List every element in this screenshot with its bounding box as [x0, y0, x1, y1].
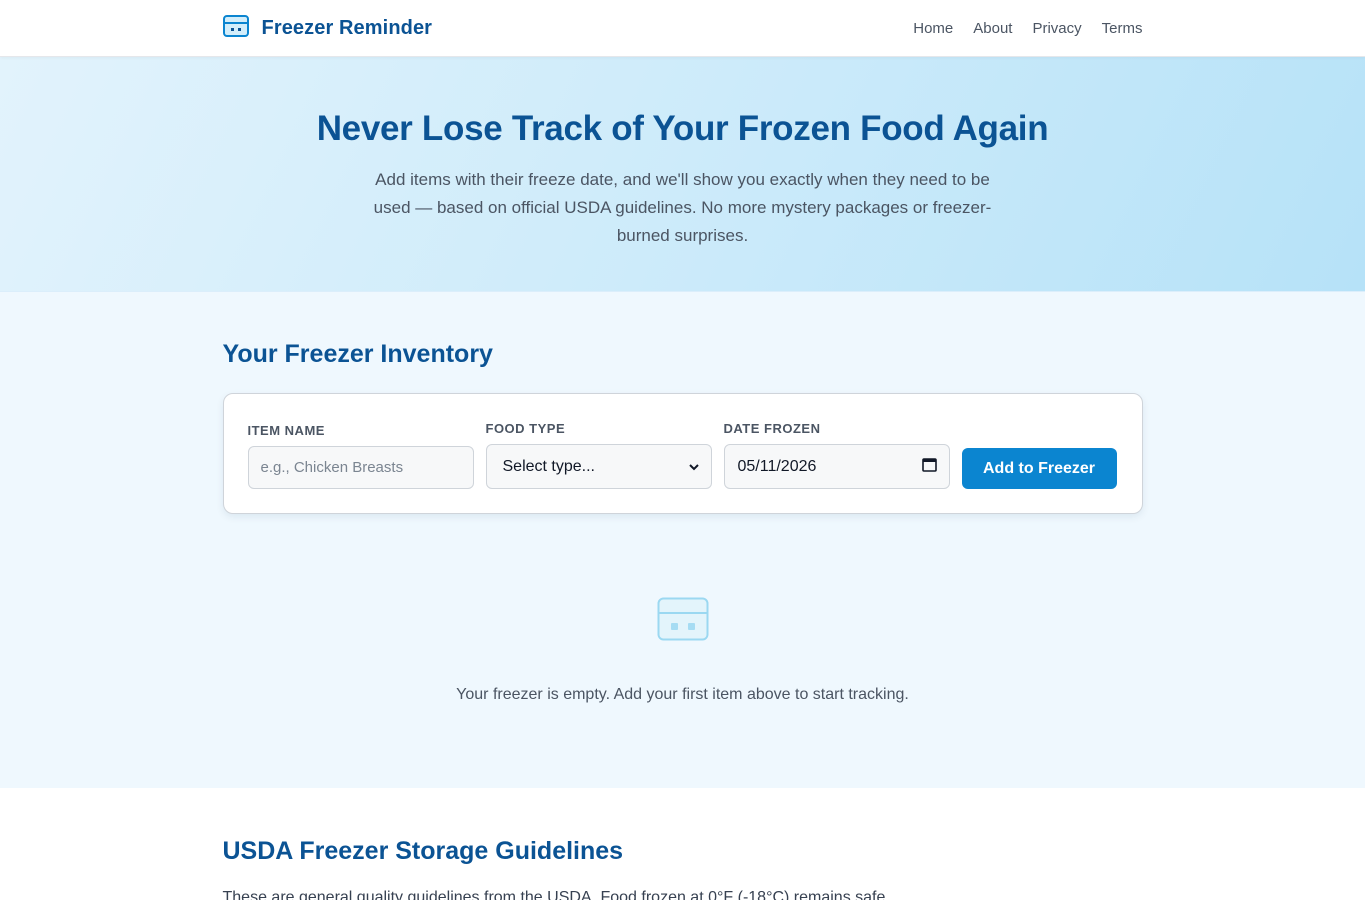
item-name-field: ITEM NAME [247, 423, 474, 489]
site-header: Freezer Reminder Home About Privacy Term… [0, 0, 1365, 57]
guidelines-section: USDA Freezer Storage Guidelines These ar… [0, 788, 1365, 900]
header-inner: Freezer Reminder Home About Privacy Term… [222, 0, 1143, 57]
hero-section: Never Lose Track of Your Frozen Food Aga… [0, 57, 1365, 291]
nav-home[interactable]: Home [913, 20, 953, 37]
freezer-icon [657, 597, 709, 646]
hero-title: Never Lose Track of Your Frozen Food Aga… [316, 109, 1049, 148]
nav-about[interactable]: About [973, 20, 1012, 37]
hero-subtitle: Add items with their freeze date, and we… [373, 170, 992, 245]
add-to-freezer-button[interactable]: Add to Freezer [961, 448, 1117, 489]
guidelines-intro: These are general quality guidelines fro… [222, 889, 886, 900]
guidelines-title: USDA Freezer Storage Guidelines [222, 837, 624, 865]
empty-state: Your freezer is empty. Add your first it… [223, 514, 1143, 704]
add-item-form: ITEM NAME FOOD TYPE Select type... DATE … [222, 393, 1143, 514]
calendar-icon[interactable] [921, 457, 937, 477]
inventory-title: Your Freezer Inventory [222, 340, 493, 368]
food-type-selected: Select type... [502, 457, 596, 475]
food-type-select[interactable]: Select type... [485, 444, 712, 489]
inventory-container: Your Freezer Inventory ITEM NAME FOOD TY… [222, 292, 1143, 704]
freezer-icon [222, 15, 249, 42]
main-nav: Home About Privacy Terms [913, 20, 1142, 37]
date-frozen-input[interactable]: 05/11/2026 [723, 444, 950, 489]
date-frozen-field: DATE FROZEN 05/11/2026 [723, 421, 950, 489]
guidelines-container: USDA Freezer Storage Guidelines These ar… [223, 788, 1143, 900]
date-frozen-value: 05/11/2026 [737, 457, 817, 475]
empty-state-text: Your freezer is empty. Add your first it… [456, 686, 909, 703]
inventory-section: Your Freezer Inventory ITEM NAME FOOD TY… [0, 291, 1365, 788]
date-frozen-label: DATE FROZEN [723, 421, 821, 436]
brand-name: Freezer Reminder [261, 17, 433, 39]
item-name-input[interactable] [247, 446, 474, 489]
food-type-label: FOOD TYPE [485, 421, 566, 436]
nav-privacy[interactable]: Privacy [1032, 20, 1081, 37]
brand-link[interactable]: Freezer Reminder [222, 15, 433, 42]
item-name-label: ITEM NAME [247, 423, 325, 438]
chevron-down-icon [688, 458, 699, 476]
food-type-field: FOOD TYPE Select type... [485, 421, 712, 489]
nav-terms[interactable]: Terms [1102, 20, 1143, 37]
